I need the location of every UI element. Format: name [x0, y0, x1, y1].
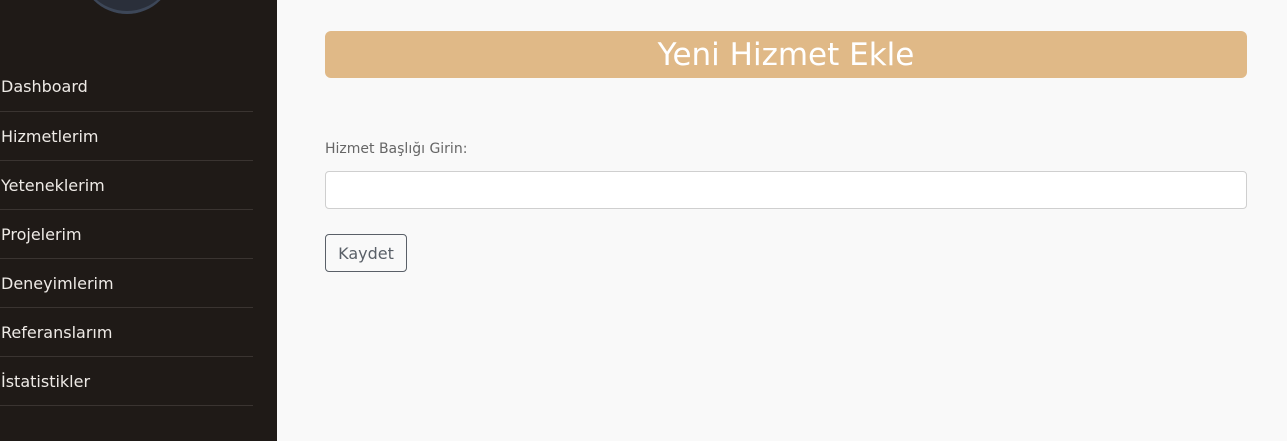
service-title-label: Hizmet Başlığı Girin:	[325, 141, 468, 157]
sidebar-item-deneyimlerim[interactable]: Deneyimlerim	[0, 259, 253, 308]
sidebar-item-dashboard[interactable]: Dashboard	[0, 62, 253, 112]
page-title: Yeni Hizmet Ekle	[657, 36, 915, 73]
avatar	[80, 0, 174, 14]
sidebar-nav: Dashboard Hizmetlerim Yeteneklerim Proje…	[0, 62, 253, 406]
sidebar-item-yeteneklerim[interactable]: Yeteneklerim	[0, 161, 253, 210]
service-title-input[interactable]	[325, 171, 1247, 209]
sidebar-item-projelerim[interactable]: Projelerim	[0, 210, 253, 259]
sidebar-item-istatistikler[interactable]: İstatistikler	[0, 357, 253, 406]
page-title-bar: Yeni Hizmet Ekle	[325, 31, 1247, 78]
save-button[interactable]: Kaydet	[325, 234, 407, 272]
sidebar: Dashboard Hizmetlerim Yeteneklerim Proje…	[0, 0, 277, 441]
sidebar-item-hizmetlerim[interactable]: Hizmetlerim	[0, 112, 253, 161]
sidebar-item-referanslarim[interactable]: Referanslarım	[0, 308, 253, 357]
main-content: Yeni Hizmet Ekle Hizmet Başlığı Girin: K…	[277, 0, 1287, 441]
